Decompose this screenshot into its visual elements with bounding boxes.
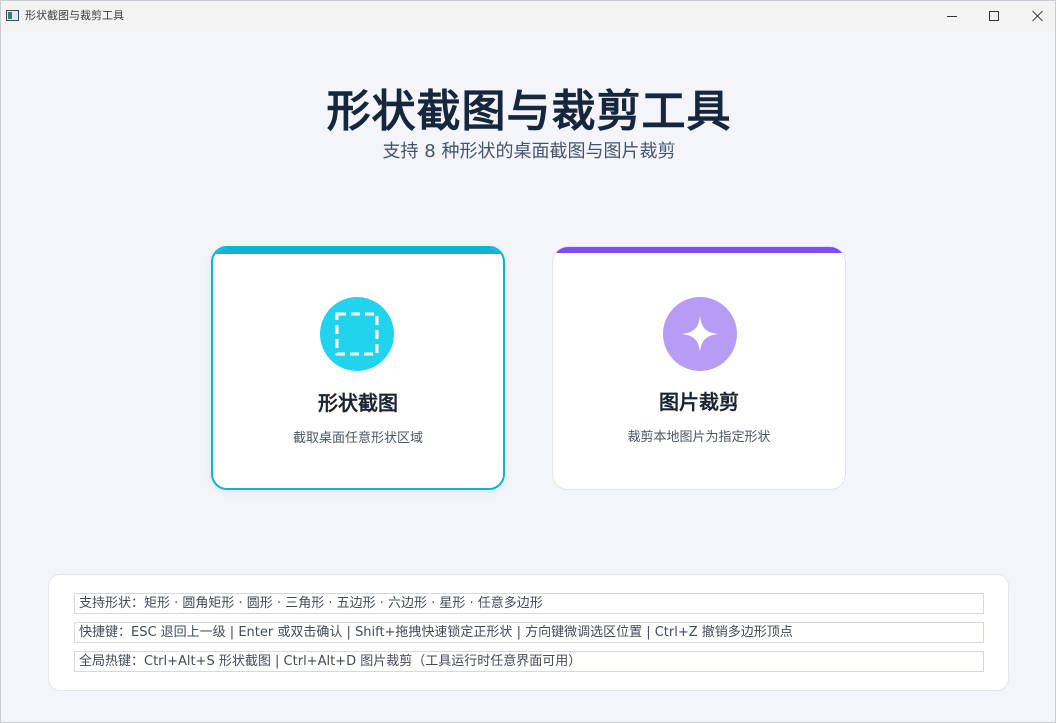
maximize-icon [989, 11, 999, 21]
page-subtitle: 支持 8 种形状的桌面截图与图片裁剪 [382, 141, 676, 162]
crop-icon-badge [663, 297, 737, 371]
sparkle-icon [682, 316, 718, 352]
minimize-button[interactable] [929, 1, 975, 31]
maximize-button[interactable] [971, 1, 1017, 31]
shortcuts-text: 快捷键：ESC 退回上一级 | Enter 或双击确认 | Shift+拖拽快速… [74, 622, 984, 643]
card-description: 截取桌面任意形状区域 [292, 431, 423, 446]
app-window: 形状截图与裁剪工具 形状截图与裁剪工具 支持 8 种形状的桌面截图与图片裁剪 形… [0, 0, 1056, 723]
dashed-selection-icon [335, 312, 379, 356]
minimize-icon [947, 15, 957, 17]
window-title: 形状截图与裁剪工具 [25, 9, 124, 22]
close-icon [1032, 10, 1044, 22]
card-title: 图片裁剪 [659, 390, 739, 414]
image-crop-card[interactable]: 图片裁剪 裁剪本地图片为指定形状 [552, 246, 846, 490]
page-title: 形状截图与裁剪工具 [326, 86, 732, 137]
shape-screenshot-card[interactable]: 形状截图 截取桌面任意形状区域 [211, 246, 505, 490]
card-description: 裁剪本地图片为指定形状 [627, 430, 771, 445]
screenshot-icon-badge [320, 297, 394, 371]
supported-shapes-text: 支持形状：矩形 · 圆角矩形 · 圆形 · 三角形 · 五边形 · 六边形 · … [74, 593, 984, 614]
close-button[interactable] [1015, 1, 1056, 31]
info-panel: 支持形状：矩形 · 圆角矩形 · 圆形 · 三角形 · 五边形 · 六边形 · … [48, 574, 1009, 691]
card-accent-bar [213, 248, 503, 254]
title-bar[interactable]: 形状截图与裁剪工具 [1, 1, 1055, 31]
global-hotkeys-text: 全局热键：Ctrl+Alt+S 形状截图 | Ctrl+Alt+D 图片裁剪（工… [74, 651, 984, 672]
card-title: 形状截图 [318, 391, 398, 415]
app-icon [6, 10, 19, 21]
card-accent-bar [553, 247, 845, 253]
